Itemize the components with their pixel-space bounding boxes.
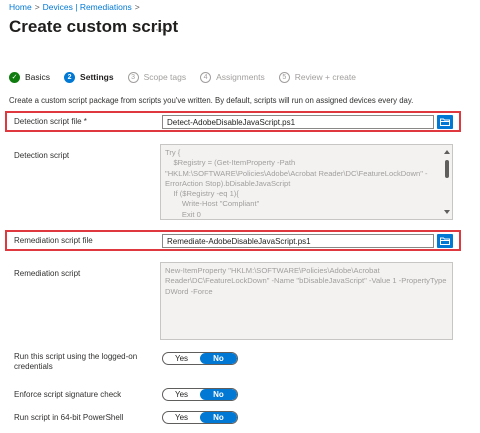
scroll-down-icon[interactable] xyxy=(444,210,450,214)
code-line: If ($Registry -eq 1){ xyxy=(165,189,239,199)
step-number-icon: 3 xyxy=(127,71,139,83)
64bit-powershell-toggle[interactable]: Yes No xyxy=(162,411,238,424)
remediation-script-label: Remediation script xyxy=(14,269,81,278)
folder-open-icon xyxy=(440,237,450,245)
detection-file-input[interactable]: Detect-AdobeDisableJavaScript.ps1 xyxy=(162,115,434,129)
code-line: $Registry = (Get-ItemProperty -Path xyxy=(165,158,296,168)
breadcrumb: Home > Devices | Remediations > xyxy=(9,2,143,12)
remediation-script-text: New-ItemProperty "HKLM:\SOFTWARE\Policie… xyxy=(165,266,447,296)
page-description: Create a custom script package from scri… xyxy=(9,96,414,105)
signature-check-label: Enforce script signature check xyxy=(14,390,122,399)
signature-check-toggle[interactable]: Yes No xyxy=(162,388,238,401)
wizard-step-basics[interactable]: ✓ Basics xyxy=(9,71,51,83)
detection-file-browse-button[interactable] xyxy=(437,115,453,129)
step-number-icon: 4 xyxy=(200,71,212,83)
wizard-step-label: Settings xyxy=(80,72,114,82)
step-number-icon: 5 xyxy=(278,71,290,83)
toggle-no[interactable]: No xyxy=(200,389,237,400)
more-options-button[interactable]: ··· xyxy=(150,22,165,36)
folder-open-icon xyxy=(440,118,450,126)
wizard-step-scope-tags[interactable]: 3 Scope tags xyxy=(127,71,187,83)
wizard-step-review-create[interactable]: 5 Review + create xyxy=(278,71,356,83)
logged-on-credentials-label: Run this script using the logged-on cred… xyxy=(14,352,138,371)
code-line: "HKLM:\SOFTWARE\Policies\Adobe\Acrobat R… xyxy=(165,168,428,178)
breadcrumb-separator: > xyxy=(34,2,40,12)
wizard-step-assignments[interactable]: 4 Assignments xyxy=(200,71,265,83)
code-line: Write-Host "Compliant" xyxy=(165,199,260,209)
toggle-yes[interactable]: Yes xyxy=(163,412,200,423)
64bit-powershell-label: Run script in 64-bit PowerShell xyxy=(14,413,124,422)
toggle-yes[interactable]: Yes xyxy=(163,389,200,400)
wizard-steps: ✓ Basics 2 Settings 3 Scope tags 4 Assig… xyxy=(9,70,370,84)
toggle-no[interactable]: No xyxy=(200,412,237,423)
breadcrumb-separator: > xyxy=(134,2,140,12)
detection-file-label: Detection script file * xyxy=(14,117,87,126)
detection-script-label: Detection script xyxy=(14,151,70,160)
detection-script-scrollbar[interactable] xyxy=(443,146,451,218)
scroll-up-icon[interactable] xyxy=(444,150,450,154)
detection-script-textarea[interactable]: Try { $Registry = (Get-ItemProperty -Pat… xyxy=(160,144,453,220)
toggle-no[interactable]: No xyxy=(200,353,237,364)
wizard-step-label: Review + create xyxy=(294,72,356,82)
scrollbar-thumb[interactable] xyxy=(445,160,449,178)
remediation-file-input[interactable]: Remediate-AdobeDisableJavaScript.ps1 xyxy=(162,234,434,248)
wizard-step-label: Assignments xyxy=(216,72,265,82)
code-line: ErrorAction Stop).bDisableJavaScript xyxy=(165,178,291,188)
breadcrumb-remediations[interactable]: Devices | Remediations xyxy=(43,2,132,12)
wizard-step-settings[interactable]: 2 Settings xyxy=(64,71,114,83)
logged-on-credentials-toggle[interactable]: Yes No xyxy=(162,352,238,365)
remediation-file-browse-button[interactable] xyxy=(437,234,453,248)
breadcrumb-home[interactable]: Home xyxy=(9,2,32,12)
code-line: Exit 0 xyxy=(165,209,201,219)
step-number-icon: 2 xyxy=(64,71,76,83)
remediation-file-label: Remediation script file xyxy=(14,236,93,245)
check-circle-icon: ✓ xyxy=(9,71,20,83)
remediation-script-textarea[interactable]: New-ItemProperty "HKLM:\SOFTWARE\Policie… xyxy=(160,262,453,340)
wizard-step-label: Basics xyxy=(25,72,51,82)
code-line: Try { xyxy=(165,148,181,157)
toggle-yes[interactable]: Yes xyxy=(163,353,200,364)
wizard-step-label: Scope tags xyxy=(143,72,187,82)
